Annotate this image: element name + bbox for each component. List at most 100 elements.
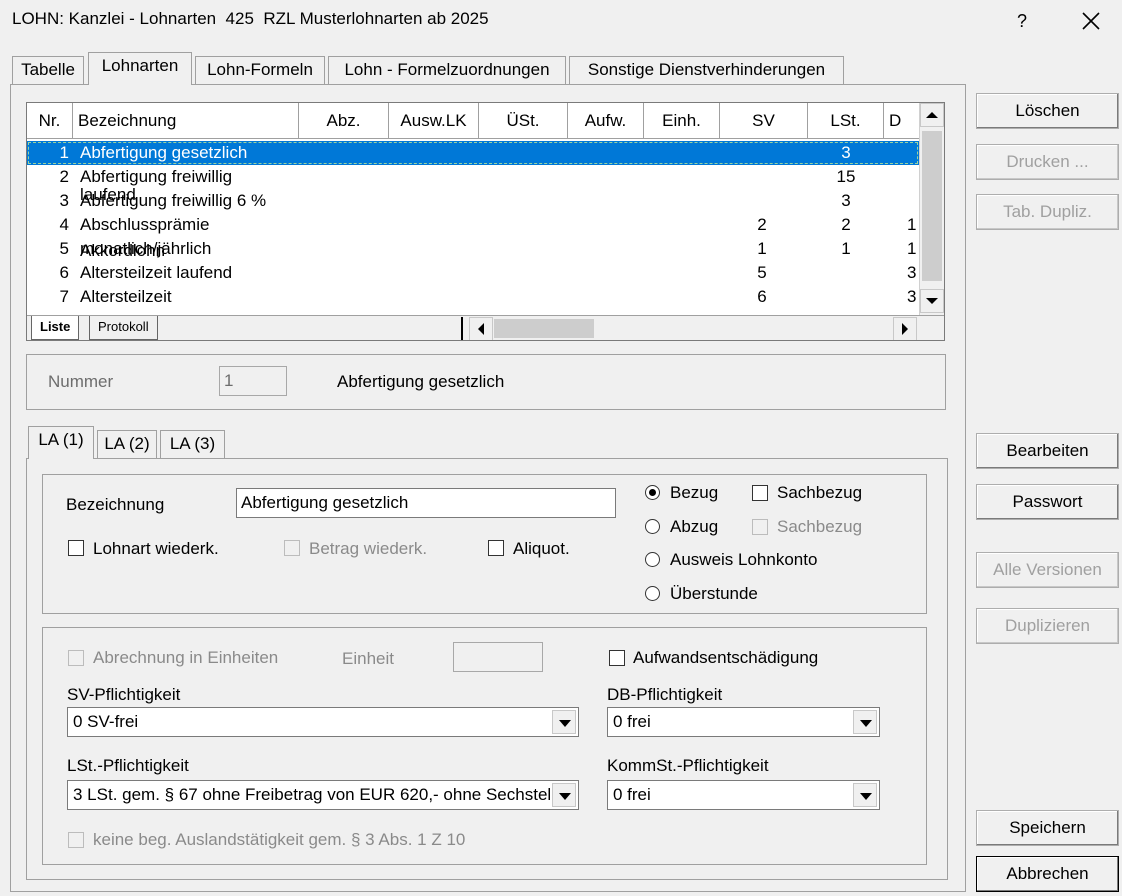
bezug-radio[interactable] xyxy=(645,485,660,500)
chevron-down-icon[interactable] xyxy=(552,710,576,734)
sachbezug-checkbox[interactable] xyxy=(752,485,768,501)
alle-versionen-button[interactable]: Alle Versionen xyxy=(976,552,1119,588)
nummer-bezeichnung: Abfertigung gesetzlich xyxy=(337,372,505,391)
col-header-aufw[interactable]: Aufw. xyxy=(568,103,644,139)
tab-la-2[interactable]: LA (2) xyxy=(97,430,157,458)
table-row[interactable]: 1 Abfertigung gesetzlich 3 xyxy=(27,141,919,165)
vertical-scrollbar[interactable] xyxy=(919,103,944,315)
col-header-lst[interactable]: LSt. xyxy=(808,103,884,139)
db-pflichtigkeit-select[interactable]: 0 frei xyxy=(607,707,880,737)
sachbezug-abzug-checkbox xyxy=(752,519,768,535)
cell-nr: 7 xyxy=(59,287,69,306)
arrow-right-icon xyxy=(902,323,908,335)
table-row[interactable]: 4 Abschlussprämie 2 2 1 xyxy=(27,213,919,237)
cell-nr: 5 xyxy=(59,239,69,258)
scroll-thumb[interactable] xyxy=(922,131,942,281)
tab-lohn-formeln[interactable]: Lohn-Formeln xyxy=(195,56,325,84)
cell-overlay-text: Akkordlohn xyxy=(80,241,166,260)
tab-dupliz-button[interactable]: Tab. Dupliz. xyxy=(976,194,1119,230)
chevron-down-icon[interactable] xyxy=(853,783,877,807)
scroll-up-button[interactable] xyxy=(920,103,944,127)
bearbeiten-button[interactable]: Bearbeiten xyxy=(976,433,1119,469)
table-row[interactable]: 5 monatlich/jährlich Akkordlohn 1 1 1 xyxy=(27,237,919,261)
loeschen-button[interactable]: Löschen xyxy=(976,93,1119,129)
lohnart-wiederk-label: Lohnart wiederk. xyxy=(93,539,219,558)
cell-sv: 5 xyxy=(757,263,767,282)
title-bar: LOHN: Kanzlei - Lohnarten 425 RZL Muster… xyxy=(0,0,1122,42)
col-header-d[interactable]: D xyxy=(884,103,924,139)
panel-divider xyxy=(965,84,966,892)
sheet-tab-protokoll[interactable]: Protokoll xyxy=(89,316,158,340)
db-pflichtigkeit-label: DB-Pflichtigkeit xyxy=(607,685,723,704)
table-row[interactable]: 7 Altersteilzeit 6 3 xyxy=(27,285,919,309)
sv-pflichtigkeit-select[interactable]: 0 SV-frei xyxy=(67,707,579,737)
col-header-nr[interactable]: Nr. xyxy=(27,103,73,139)
lst-pflichtigkeit-value: 3 LSt. gem. § 67 ohne Freibetrag von EUR… xyxy=(73,785,552,804)
cell-nr: 4 xyxy=(59,215,69,234)
lohnart-wiederk-checkbox[interactable] xyxy=(68,540,84,556)
scroll-down-button[interactable] xyxy=(920,289,944,313)
betrag-wiederk-label: Betrag wiederk. xyxy=(309,539,428,558)
kommst-pflichtigkeit-select[interactable]: 0 frei xyxy=(607,780,880,810)
table-row[interactable]: 6 Altersteilzeit laufend 5 3 xyxy=(27,261,919,285)
help-button[interactable]: ? xyxy=(1000,4,1044,38)
sv-pflichtigkeit-value: 0 SV-frei xyxy=(73,712,139,731)
cell-lst: 3 xyxy=(841,143,851,162)
cell-sv: 2 xyxy=(757,215,767,234)
lst-pflichtigkeit-select[interactable]: 3 LSt. gem. § 67 ohne Freibetrag von EUR… xyxy=(67,780,579,810)
arrow-left-icon xyxy=(478,323,484,335)
aliquot-checkbox[interactable] xyxy=(488,540,504,556)
abbrechen-button[interactable]: Abbrechen xyxy=(976,856,1119,892)
betrag-wiederk-checkbox xyxy=(284,540,300,556)
nummer-group: Nummer 1 Abfertigung gesetzlich xyxy=(26,354,946,410)
arrow-down-icon xyxy=(926,298,938,304)
passwort-button[interactable]: Passwort xyxy=(976,484,1119,520)
abrechnung-einheiten-checkbox xyxy=(68,650,84,666)
duplizieren-button[interactable]: Duplizieren xyxy=(976,608,1119,644)
tab-la-3[interactable]: LA (3) xyxy=(160,430,225,458)
ueberstunde-label: Überstunde xyxy=(670,584,758,603)
lohnarten-grid[interactable]: Nr. Bezeichnung Abz. Ausw.LK ÜSt. Aufw. … xyxy=(26,102,945,341)
abzug-radio[interactable] xyxy=(645,519,660,534)
splitter[interactable] xyxy=(461,317,465,340)
chevron-down-icon[interactable] xyxy=(853,710,877,734)
drucken-button[interactable]: Drucken ... xyxy=(976,144,1119,180)
tab-lohn-formelzuordnungen[interactable]: Lohn - Formelzuordnungen xyxy=(328,56,566,84)
db-pflichtigkeit-value: 0 frei xyxy=(613,712,651,731)
col-header-ausw-lk[interactable]: Ausw.LK xyxy=(389,103,479,139)
col-header-bezeichnung[interactable]: Bezeichnung xyxy=(73,103,299,139)
col-header-abz[interactable]: Abz. xyxy=(299,103,389,139)
cell-lst: 1 xyxy=(841,239,851,258)
sv-pflichtigkeit-label: SV-Pflichtigkeit xyxy=(67,685,181,704)
table-row[interactable]: 3 Abfertigung freiwillig 6 % laufend 3 xyxy=(27,185,919,213)
cell-bezeichnung: Abfertigung gesetzlich xyxy=(80,143,248,162)
kommst-pflichtigkeit-value: 0 frei xyxy=(613,785,651,804)
cell-nr: 6 xyxy=(59,263,69,282)
horizontal-scroll-thumb[interactable] xyxy=(494,319,594,338)
einheit-label: Einheit xyxy=(342,649,394,668)
speichern-button[interactable]: Speichern xyxy=(976,810,1119,846)
tab-tabelle[interactable]: Tabelle xyxy=(12,56,84,84)
einheit-field xyxy=(453,642,543,672)
nummer-field: 1 xyxy=(219,366,287,396)
tab-lohnarten[interactable]: Lohnarten xyxy=(88,52,192,85)
nummer-label: Nummer xyxy=(48,372,114,391)
tab-sonstige-dienstverhinderungen[interactable]: Sonstige Dienstverhinderungen xyxy=(569,56,844,84)
auslandstaetigkeit-checkbox xyxy=(68,832,84,848)
ausweis-lohnkonto-radio[interactable] xyxy=(645,552,660,567)
col-header-sv[interactable]: SV xyxy=(720,103,808,139)
sachbezug-label: Sachbezug xyxy=(777,483,863,502)
scroll-right-button[interactable] xyxy=(893,317,917,340)
bezeichnung-input[interactable]: Abfertigung gesetzlich xyxy=(236,488,616,518)
cell-bezeichnung: Altersteilzeit laufend xyxy=(80,263,233,282)
aufwandsentschaedigung-checkbox[interactable] xyxy=(609,650,625,666)
sheet-tab-liste[interactable]: Liste xyxy=(31,316,80,340)
chevron-down-icon[interactable] xyxy=(552,783,576,807)
grid-bottom-bar: Liste Protokoll xyxy=(27,315,944,340)
col-header-einh[interactable]: Einh. xyxy=(644,103,720,139)
tab-la-1[interactable]: LA (1) xyxy=(28,426,94,459)
col-header-ust[interactable]: ÜSt. xyxy=(479,103,568,139)
ueberstunde-radio[interactable] xyxy=(645,586,660,601)
scroll-left-button[interactable] xyxy=(469,317,493,340)
close-button[interactable] xyxy=(1068,4,1114,38)
